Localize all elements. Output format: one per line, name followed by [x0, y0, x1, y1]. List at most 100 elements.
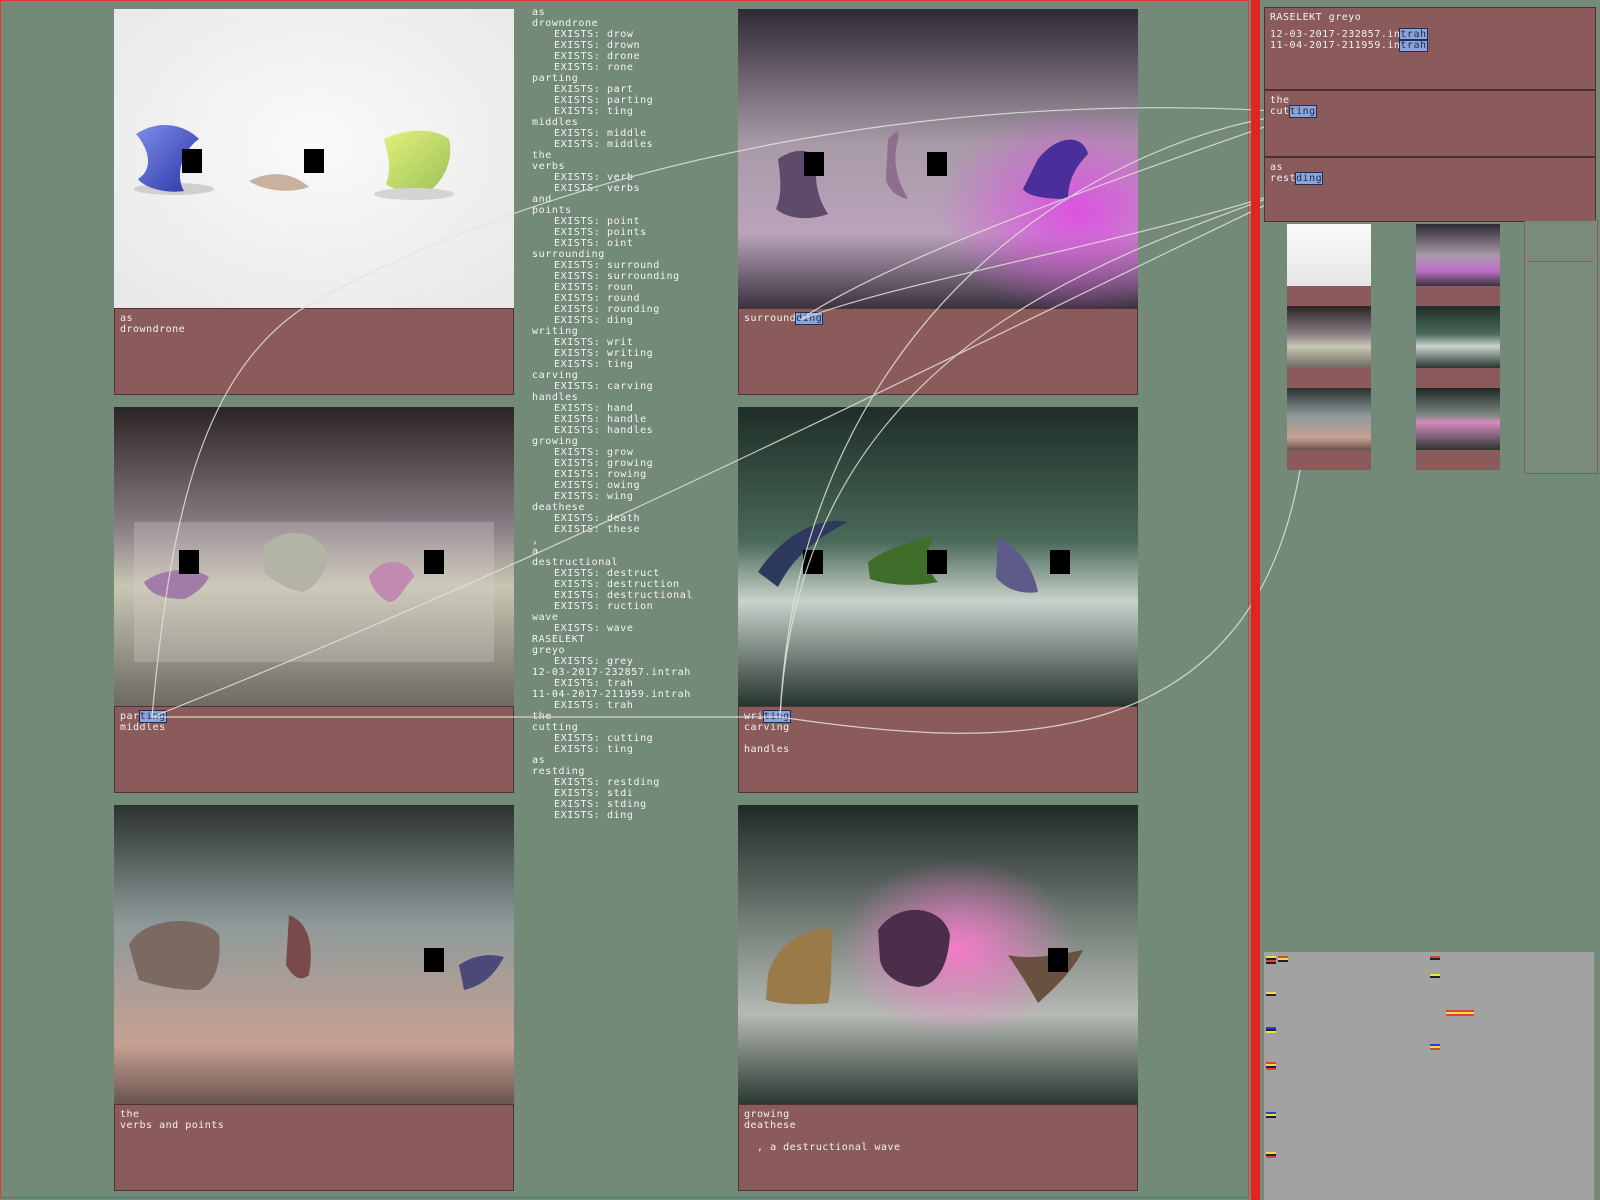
- word-exists-entry: EXISTS: points: [554, 227, 647, 238]
- word-entry: verbs: [532, 161, 566, 172]
- word-exists-entry: EXISTS: verb: [554, 172, 634, 183]
- caption-line: verbs and points: [120, 1120, 225, 1131]
- word-exists-entry: EXISTS: destructional: [554, 590, 694, 601]
- thumbnail-1[interactable]: [1287, 224, 1371, 306]
- word-exists-entry: EXISTS: middles: [554, 139, 654, 150]
- word-exists-entry: EXISTS: drown: [554, 40, 641, 51]
- color-marker: [1266, 1062, 1276, 1070]
- word-exists-entry: EXISTS: owing: [554, 480, 641, 491]
- word-entry: RASELEKT: [532, 634, 585, 645]
- thumbnail-6[interactable]: [1416, 388, 1500, 470]
- word-exists-entry: EXISTS: rowing: [554, 469, 647, 480]
- word-entry: handles: [532, 392, 579, 403]
- word-entry: the: [532, 711, 552, 722]
- render-caption-3: parting middles: [114, 706, 514, 793]
- word-entry: restding: [532, 766, 585, 777]
- word-exists-entry: EXISTS: ting: [554, 106, 634, 117]
- word-entry: parting: [532, 73, 579, 84]
- file-entry[interactable]: 11-04-2017-211959.intrah: [1270, 39, 1590, 52]
- color-marker: [1278, 956, 1288, 962]
- word-exists-entry: EXISTS: writing: [554, 348, 654, 359]
- word-entry: 12-03-2017-232857.intrah: [532, 667, 691, 678]
- color-marker: [1446, 1010, 1474, 1016]
- word-entry: wave: [532, 612, 559, 623]
- word-entry: writing: [532, 326, 579, 337]
- caption-line: carving: [744, 722, 790, 733]
- render-image-5: [114, 805, 514, 1104]
- word-entry: carving: [532, 370, 579, 381]
- word-entry: a: [532, 546, 539, 557]
- word-entry: ,: [532, 535, 539, 546]
- render-caption-4: writing carving handles: [738, 706, 1138, 793]
- thumbnail-4[interactable]: [1416, 306, 1500, 388]
- word-exists-entry: EXISTS: death: [554, 513, 641, 524]
- restding-box: as restding: [1264, 157, 1596, 222]
- word-exists-entry: EXISTS: destruct: [554, 568, 660, 579]
- word-exists-entry: EXISTS: drone: [554, 51, 641, 62]
- word-analysis-list: as drowndrone EXISTS: drow EXISTS: drown EXI…: [532, 7, 722, 821]
- cutting-line-2: cutting: [1270, 105, 1317, 118]
- word-exists-entry: EXISTS: handle: [554, 414, 647, 425]
- word-exists-entry: EXISTS: roun: [554, 282, 634, 293]
- restding-line-1: as: [1270, 162, 1284, 173]
- word-exists-entry: EXISTS: point: [554, 216, 641, 227]
- thumbnail-5[interactable]: [1287, 388, 1371, 470]
- file-entry[interactable]: 12-03-2017-232857.intrah: [1270, 28, 1590, 41]
- word-exists-entry: EXISTS: parting: [554, 95, 654, 106]
- word-entry: growing: [532, 436, 579, 447]
- cutting-highlight[interactable]: ting: [1288, 105, 1317, 118]
- word-exists-entry: EXISTS: writ: [554, 337, 634, 348]
- word-entry: as: [532, 7, 546, 18]
- color-debug-area: [1264, 952, 1594, 1200]
- word-exists-entry: EXISTS: ding: [554, 315, 634, 326]
- color-marker: [1266, 1112, 1276, 1118]
- color-marker: [1430, 956, 1440, 960]
- render-image-6: [738, 805, 1138, 1104]
- caption-line: the: [120, 1109, 140, 1120]
- caption-highlight[interactable]: ding: [795, 312, 824, 325]
- word-entry: drowndrone: [532, 18, 599, 29]
- caption-line: writing: [744, 710, 1132, 723]
- color-marker: [1430, 974, 1440, 978]
- panel-divider[interactable]: [1251, 0, 1260, 1200]
- word-entry: as: [532, 755, 546, 766]
- color-marker: [1266, 1152, 1276, 1158]
- cutting-box: the cutting: [1264, 90, 1596, 157]
- word-exists-entry: EXISTS: growing: [554, 458, 654, 469]
- caption-highlight[interactable]: ting: [138, 710, 167, 723]
- word-exists-entry: EXISTS: surround: [554, 260, 660, 271]
- thumbnail-2[interactable]: [1416, 224, 1500, 306]
- word-exists-entry: EXISTS: verbs: [554, 183, 641, 194]
- render-caption-6: growing deathese , a destructional wave: [738, 1104, 1138, 1191]
- word-exists-entry: EXISTS: wave: [554, 623, 634, 634]
- word-exists-entry: EXISTS: oint: [554, 238, 634, 249]
- restding-highlight[interactable]: ding: [1295, 172, 1324, 185]
- raselekt-title: RASELEKT greyo: [1270, 12, 1362, 23]
- render-caption-5: the verbs and points: [114, 1104, 514, 1191]
- caption-line: drowndrone: [120, 324, 186, 335]
- word-exists-entry: EXISTS: grey: [554, 656, 634, 667]
- raselekt-header-box: RASELEKT greyo 12-03-2017-232857.intrah …: [1264, 7, 1596, 90]
- color-marker: [1266, 992, 1276, 996]
- word-entry: and: [532, 194, 552, 205]
- minimap-panel[interactable]: [1524, 220, 1598, 474]
- word-entry: points: [532, 205, 572, 216]
- word-exists-entry: EXISTS: rounding: [554, 304, 660, 315]
- render-image-1: [114, 9, 514, 308]
- word-exists-entry: EXISTS: grow: [554, 447, 634, 458]
- cutting-line-1: the: [1270, 95, 1290, 106]
- word-exists-entry: EXISTS: trah: [554, 700, 634, 711]
- caption-line: middles: [120, 722, 166, 733]
- thumbnail-3[interactable]: [1287, 306, 1371, 388]
- caption-highlight[interactable]: ting: [762, 710, 791, 723]
- word-exists-entry: EXISTS: wing: [554, 491, 634, 502]
- render-image-4: [738, 407, 1138, 706]
- caption-line: handles: [744, 744, 790, 755]
- render-caption-2: surroundding: [738, 308, 1138, 395]
- word-exists-entry: EXISTS: middle: [554, 128, 647, 139]
- word-exists-entry: EXISTS: trah: [554, 678, 634, 689]
- word-exists-entry: EXISTS: stding: [554, 799, 647, 810]
- word-entry: the: [532, 150, 552, 161]
- word-entry: destructional: [532, 557, 619, 568]
- caption-line: [744, 733, 1132, 744]
